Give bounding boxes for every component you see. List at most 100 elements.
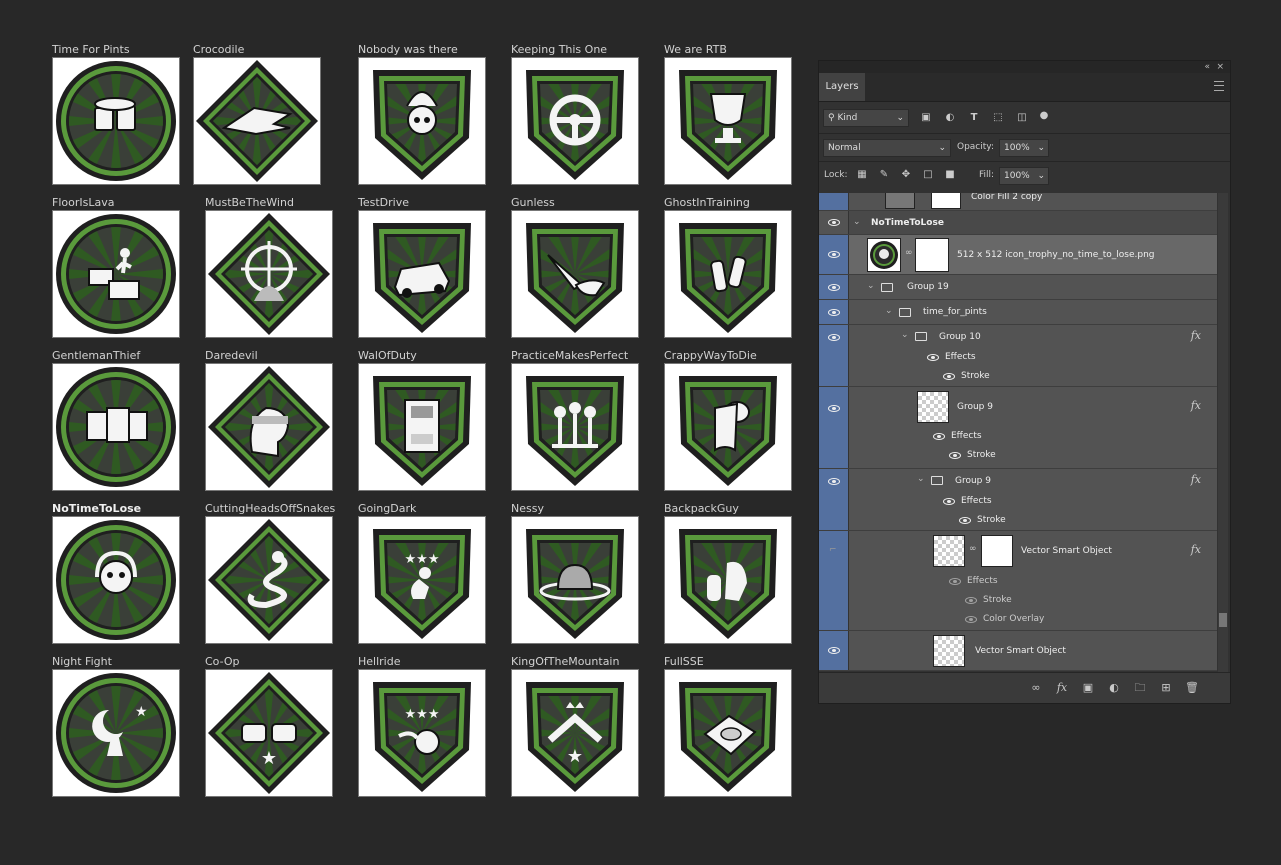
layer-row[interactable]: ⌄ Group 19 (819, 275, 1217, 300)
new-layer-icon[interactable]: ⊞ (1159, 681, 1173, 695)
badge-image[interactable] (664, 57, 792, 185)
badge-image[interactable]: ★ (52, 669, 180, 797)
badge-image[interactable] (664, 669, 792, 797)
badge-cell[interactable]: GhostInTraining (664, 196, 804, 346)
lock-transparent-icon[interactable]: ▦ (855, 168, 869, 182)
visibility-eye-icon[interactable] (828, 251, 840, 258)
lock-position-icon[interactable]: ✥ (899, 168, 913, 182)
type-filter-icon[interactable]: T (967, 111, 981, 125)
badge-cell[interactable]: Time For Pints (52, 43, 192, 193)
visibility-eye-icon[interactable] (943, 373, 955, 380)
badge-cell[interactable]: Daredevil (205, 349, 345, 499)
badge-cell[interactable]: CuttingHeadsOffSnakes (205, 502, 345, 652)
badge-cell[interactable]: FloorIsLava (52, 196, 192, 346)
chevron-down-icon[interactable]: ⌄ (853, 217, 861, 227)
link-icon[interactable]: ∞ (905, 248, 913, 258)
badge-cell[interactable]: TestDrive (358, 196, 498, 346)
visibility-eye-icon[interactable] (927, 354, 939, 361)
artboard-lock-icon[interactable]: □ (921, 168, 935, 182)
visibility-eye-icon[interactable] (828, 219, 840, 226)
badge-image[interactable]: ★★★ (358, 516, 486, 644)
filter-toggle-icon[interactable]: ● (1037, 109, 1051, 123)
badge-image[interactable] (358, 57, 486, 185)
badge-cell[interactable]: Gunless (511, 196, 651, 346)
badge-image[interactable] (664, 363, 792, 491)
adjustment-layer-icon[interactable]: ◐ (1107, 681, 1121, 695)
badge-image[interactable] (511, 516, 639, 644)
badge-cell[interactable]: Crocodile (193, 43, 333, 193)
badge-image[interactable] (52, 363, 180, 491)
visibility-eye-icon[interactable] (943, 498, 955, 505)
badge-image[interactable] (664, 516, 792, 644)
badge-cell[interactable]: NoTimeToLose (52, 502, 192, 652)
chevron-down-icon[interactable]: ⌄ (885, 306, 893, 316)
badge-cell[interactable]: Night Fight ★ (52, 655, 192, 805)
badge-image[interactable] (52, 57, 180, 185)
pixel-filter-icon[interactable]: ▣ (919, 111, 933, 125)
badge-cell[interactable]: PracticeMakesPerfect (511, 349, 651, 499)
badge-cell[interactable]: MustBeTheWind (205, 196, 345, 346)
badge-cell[interactable]: Keeping This One (511, 43, 651, 193)
badge-image[interactable] (511, 210, 639, 338)
badge-image[interactable] (358, 210, 486, 338)
badge-image[interactable]: ★ (205, 669, 333, 797)
badge-image[interactable] (193, 57, 321, 185)
badge-cell[interactable]: Hellride ★★★ (358, 655, 498, 805)
smart-object-filter-icon[interactable]: ◫ (1015, 111, 1029, 125)
collapse-icon[interactable]: « (1204, 61, 1210, 73)
badge-cell[interactable]: GentlemanThief (52, 349, 192, 499)
link-icon[interactable]: ∞ (969, 544, 977, 554)
badge-cell[interactable]: GoingDark ★★★ (358, 502, 498, 652)
panel-menu-icon[interactable] (1214, 81, 1224, 91)
layer-row[interactable]: Color Fill 2 copy (819, 193, 1217, 211)
chevron-down-icon[interactable]: ⌄ (901, 330, 909, 340)
badge-image[interactable] (205, 210, 333, 338)
badge-cell[interactable]: KingOfTheMountain ★ (511, 655, 651, 805)
tab-layers[interactable]: Layers (819, 73, 865, 101)
layer-row[interactable]: ⌐ ∞ Vector Smart Object fx Effects Strok… (819, 531, 1217, 631)
badge-cell[interactable]: BackpackGuy (664, 502, 804, 652)
badge-cell[interactable]: We are RTB (664, 43, 804, 193)
lock-pixels-icon[interactable]: ✎ (877, 168, 891, 182)
add-style-icon[interactable]: fx (1055, 681, 1069, 695)
add-mask-icon[interactable]: ▣ (1081, 681, 1095, 695)
delete-layer-icon[interactable]: 🗑 (1185, 681, 1199, 695)
visibility-off-icon[interactable]: ⌐ (829, 545, 837, 555)
badge-cell[interactable]: FullSSE (664, 655, 804, 805)
chevron-down-icon[interactable]: ⌄ (917, 474, 925, 484)
visibility-eye-icon[interactable] (949, 452, 961, 459)
layer-row[interactable]: Group 9 fx Effects Stroke (819, 387, 1217, 469)
badge-cell[interactable]: WalOfDuty (358, 349, 498, 499)
visibility-eye-icon[interactable] (828, 647, 840, 654)
badge-image[interactable] (511, 57, 639, 185)
badge-image[interactable] (52, 210, 180, 338)
layer-row[interactable]: ⌄ NoTimeToLose (819, 211, 1217, 235)
visibility-eye-icon[interactable] (933, 433, 945, 440)
badge-image[interactable] (511, 363, 639, 491)
fx-icon[interactable]: fx (1191, 329, 1201, 342)
visibility-eye-icon[interactable] (965, 597, 977, 604)
badge-image[interactable] (52, 516, 180, 644)
visibility-eye-icon[interactable] (949, 578, 961, 585)
fill-field[interactable]: 100% ⌄ (999, 167, 1049, 185)
badge-image[interactable] (358, 363, 486, 491)
scrollbar-thumb[interactable] (1219, 613, 1227, 627)
adjustment-filter-icon[interactable]: ◐ (943, 111, 957, 125)
fx-icon[interactable]: fx (1191, 473, 1201, 486)
visibility-eye-icon[interactable] (828, 334, 840, 341)
visibility-eye-icon[interactable] (828, 405, 840, 412)
visibility-eye-icon[interactable] (965, 616, 977, 623)
visibility-eye-icon[interactable] (959, 517, 971, 524)
badge-image[interactable] (205, 516, 333, 644)
fx-icon[interactable]: fx (1191, 399, 1201, 412)
visibility-eye-icon[interactable] (828, 309, 840, 316)
filter-kind-select[interactable]: ⚲ Kind ⌄ (823, 109, 909, 127)
badge-image[interactable] (664, 210, 792, 338)
badge-image[interactable]: ★★★ (358, 669, 486, 797)
badge-image[interactable] (205, 363, 333, 491)
shape-filter-icon[interactable]: ⬚ (991, 111, 1005, 125)
link-layers-icon[interactable]: ∞ (1029, 681, 1043, 695)
layers-scrollbar[interactable] (1218, 193, 1228, 673)
new-group-icon[interactable]: 🗀 (1133, 681, 1147, 695)
fx-icon[interactable]: fx (1191, 543, 1201, 556)
